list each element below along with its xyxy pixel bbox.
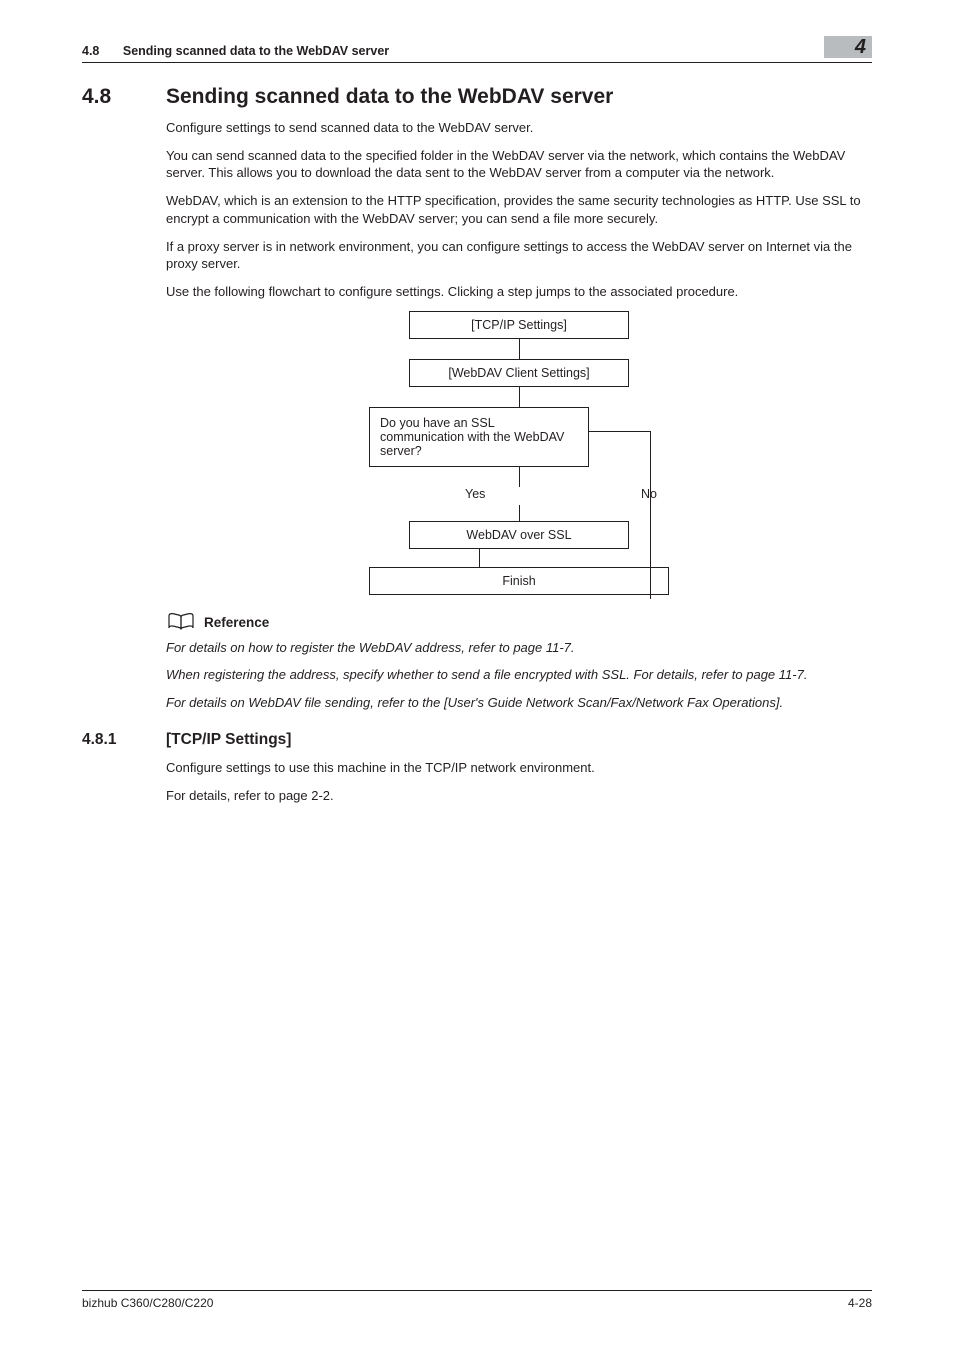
flow-connector xyxy=(479,549,480,567)
flow-decision: Do you have an SSL communication with th… xyxy=(369,407,589,467)
flowchart: [TCP/IP Settings] [WebDAV Client Setting… xyxy=(354,311,684,597)
reference-text: When registering the address, specify wh… xyxy=(166,666,872,683)
flow-label-yes: Yes xyxy=(465,487,485,501)
flow-branch-labels: Yes No xyxy=(369,487,669,505)
chapter-badge: 4 xyxy=(824,36,872,58)
footer-page-number: 4-28 xyxy=(848,1296,872,1310)
page-footer: bizhub C360/C280/C220 4-28 xyxy=(82,1290,872,1310)
flow-connector xyxy=(650,431,651,599)
reference-text: For details on WebDAV file sending, refe… xyxy=(166,694,872,711)
flow-connector xyxy=(589,431,651,432)
section-title: Sending scanned data to the WebDAV serve… xyxy=(166,85,613,109)
paragraph: You can send scanned data to the specifi… xyxy=(166,147,872,181)
paragraph: Configure settings to use this machine i… xyxy=(166,759,872,776)
paragraph: If a proxy server is in network environm… xyxy=(166,238,872,272)
flow-step-webdav-ssl[interactable]: WebDAV over SSL xyxy=(409,521,629,549)
subsection-title: [TCP/IP Settings] xyxy=(166,731,291,749)
chapter-number: 4 xyxy=(855,37,866,57)
flow-step-tcpip[interactable]: [TCP/IP Settings] xyxy=(409,311,629,339)
flow-connector xyxy=(519,467,520,487)
paragraph: WebDAV, which is an extension to the HTT… xyxy=(166,192,872,226)
reference-label: Reference xyxy=(204,615,269,630)
paragraph: Configure settings to send scanned data … xyxy=(166,119,872,136)
flow-label-no: No xyxy=(641,487,657,501)
running-header-text: 4.8 Sending scanned data to the WebDAV s… xyxy=(82,44,389,58)
flow-connector xyxy=(519,339,520,359)
runhead-section-title: Sending scanned data to the WebDAV serve… xyxy=(123,44,389,58)
flow-connector-group xyxy=(369,549,669,567)
flow-step-webdav-client[interactable]: [WebDAV Client Settings] xyxy=(409,359,629,387)
flow-finish: Finish xyxy=(369,567,669,595)
running-header: 4.8 Sending scanned data to the WebDAV s… xyxy=(82,36,872,63)
section-number: 4.8 xyxy=(82,85,166,109)
paragraph: Use the following flowchart to configure… xyxy=(166,283,872,300)
paragraph: For details, refer to page 2-2. xyxy=(166,787,872,804)
reference-text: For details on how to register the WebDA… xyxy=(166,639,872,656)
subsection-heading-row: 4.8.1 [TCP/IP Settings] xyxy=(82,731,872,749)
footer-model: bizhub C360/C280/C220 xyxy=(82,1296,213,1310)
flow-connector xyxy=(519,505,520,521)
subsection-number: 4.8.1 xyxy=(82,731,166,749)
flow-connector xyxy=(519,387,520,407)
book-icon xyxy=(166,611,196,633)
runhead-section-number: 4.8 xyxy=(82,44,99,58)
reference-heading: Reference xyxy=(166,611,872,633)
section-heading-row: 4.8 Sending scanned data to the WebDAV s… xyxy=(82,85,872,109)
